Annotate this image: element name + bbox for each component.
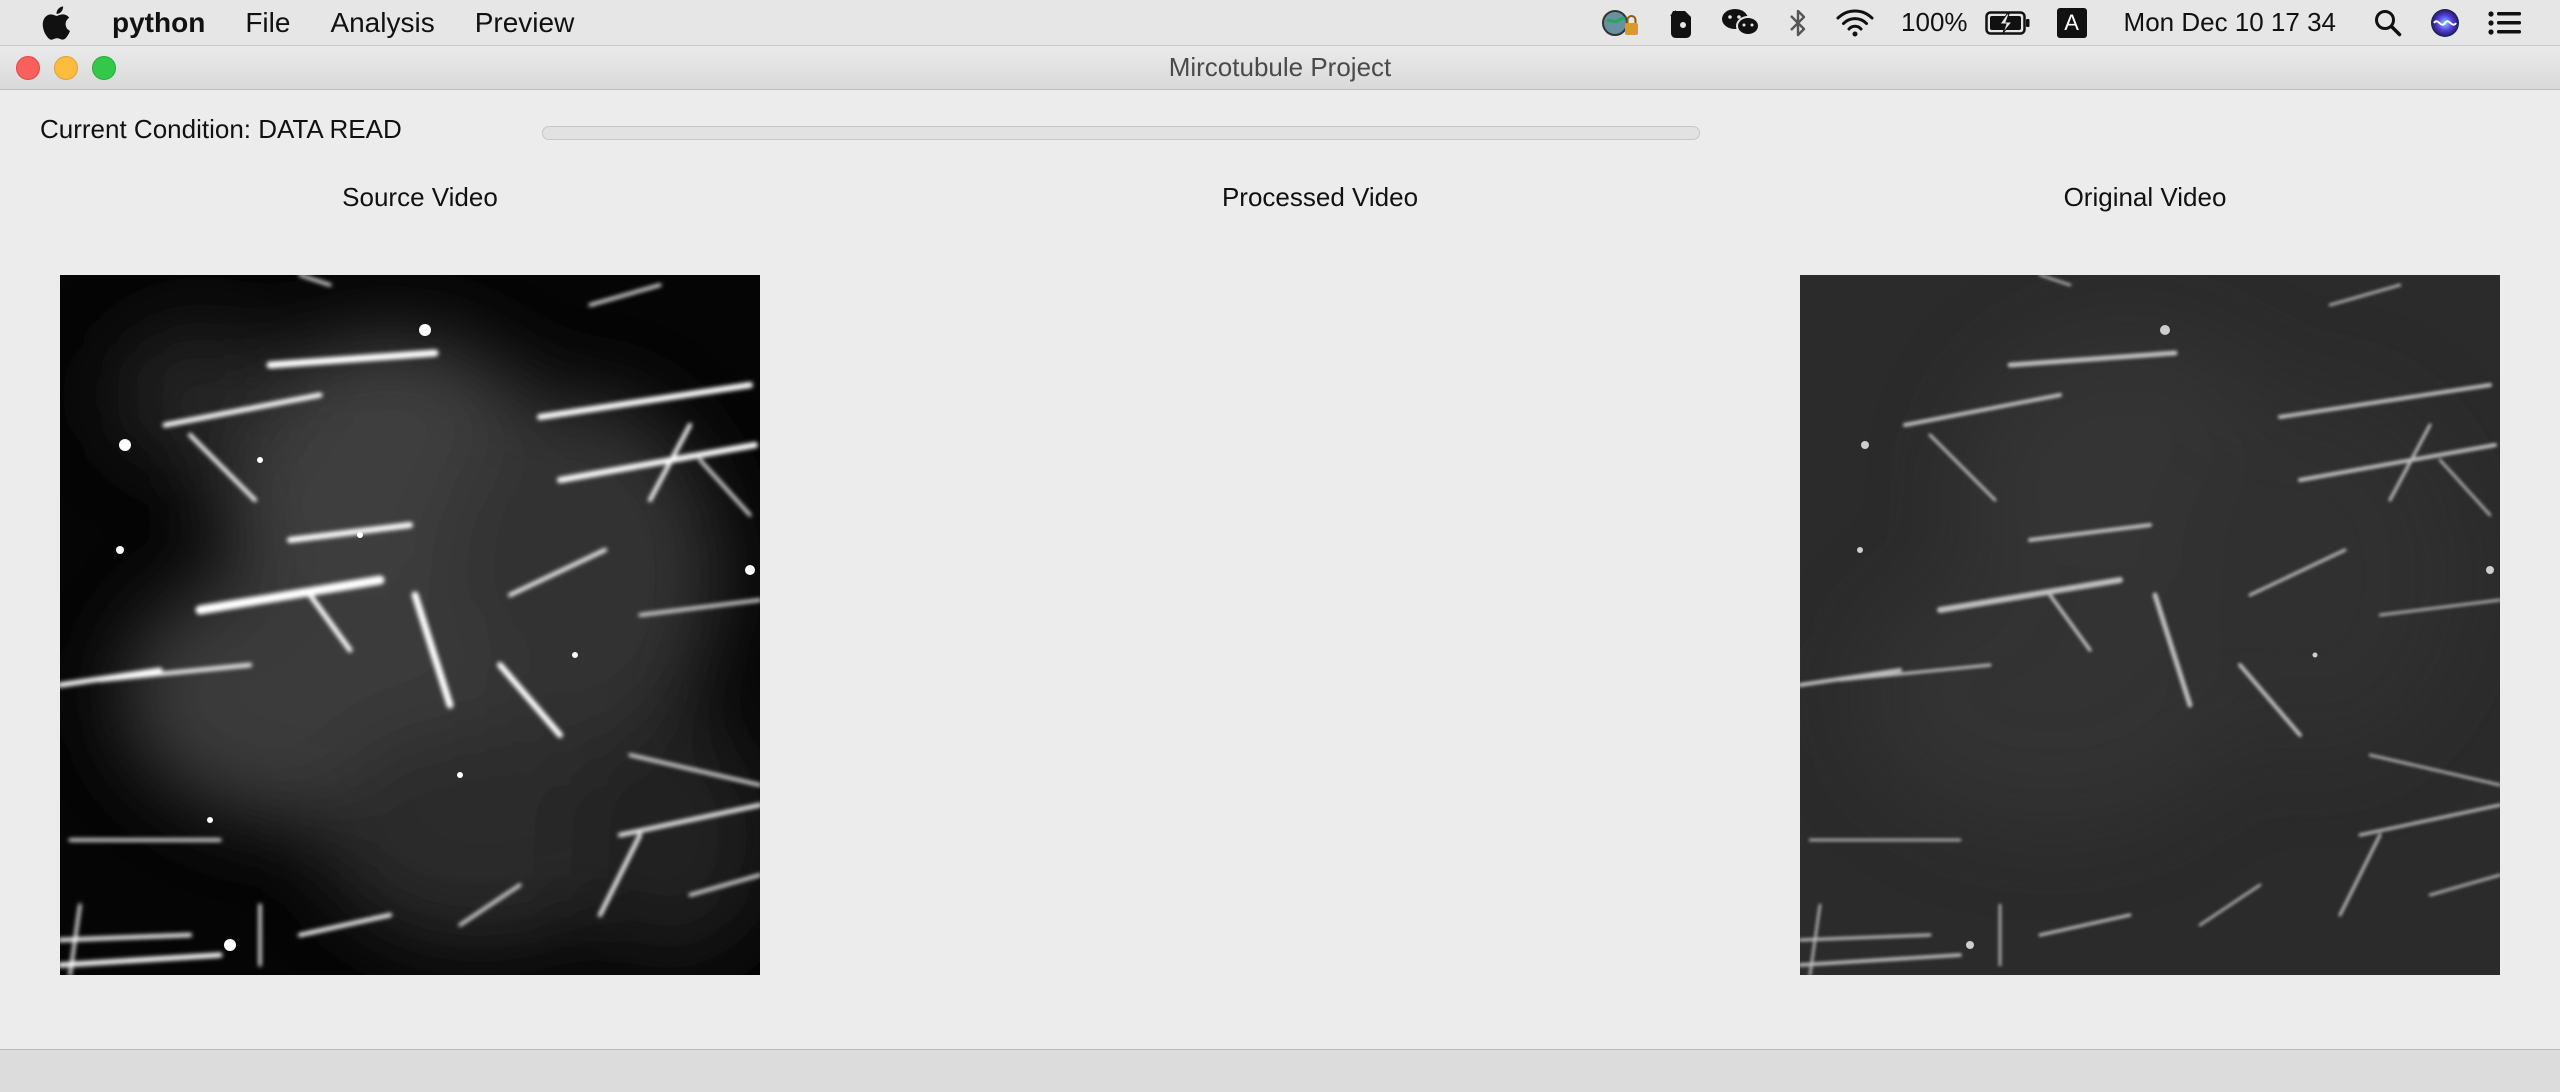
source-microscopy-image [60, 275, 760, 975]
input-source-indicator[interactable]: A [2056, 0, 2087, 45]
menu-app-python[interactable]: python [112, 0, 225, 45]
zoom-window-button[interactable] [92, 56, 116, 80]
wifi-icon[interactable] [1835, 0, 1875, 45]
apple-icon[interactable] [36, 0, 76, 45]
original-video-frame [1800, 275, 2500, 975]
app-window: Mircotubule Project Current Condition: D… [0, 46, 2560, 1092]
menubar-clock[interactable]: Mon Dec 10 17 34 [2124, 0, 2336, 45]
battery-percentage[interactable]: 100% [1901, 0, 1968, 45]
menu-file[interactable]: File [225, 0, 310, 45]
source-video-frame [60, 275, 760, 975]
evernote-icon[interactable] [1667, 0, 1695, 45]
bluetooth-icon[interactable] [1787, 0, 1809, 45]
window-titlebar[interactable]: Mircotubule Project [0, 46, 2560, 90]
battery-charging-icon[interactable] [1984, 0, 2031, 45]
minimize-window-button[interactable] [54, 56, 78, 80]
close-window-button[interactable] [16, 56, 40, 80]
menu-bar: python File Analysis Preview 100% A Mon … [0, 0, 2560, 46]
current-condition-label: Current Condition: DATA READ [40, 114, 402, 144]
window-controls [16, 56, 116, 80]
window-title: Mircotubule Project [1168, 52, 1392, 82]
original-microscopy-image [1800, 275, 2500, 975]
menu-preview[interactable]: Preview [455, 0, 595, 45]
vpn-lock-icon[interactable] [1599, 0, 1641, 45]
wechat-icon[interactable] [1721, 0, 1761, 45]
spotlight-search-icon[interactable] [2373, 0, 2403, 45]
original-video-title: Original Video [2063, 182, 2227, 212]
progress-bar [542, 126, 1700, 140]
notification-center-icon[interactable] [2487, 0, 2523, 45]
processed-video-title: Processed Video [1221, 182, 1419, 212]
input-source-label: A [2056, 7, 2087, 38]
siri-icon[interactable] [2429, 0, 2461, 45]
source-video-title: Source Video [342, 182, 498, 212]
menu-analysis[interactable]: Analysis [310, 0, 454, 45]
window-bottom-bar [0, 1049, 2560, 1092]
